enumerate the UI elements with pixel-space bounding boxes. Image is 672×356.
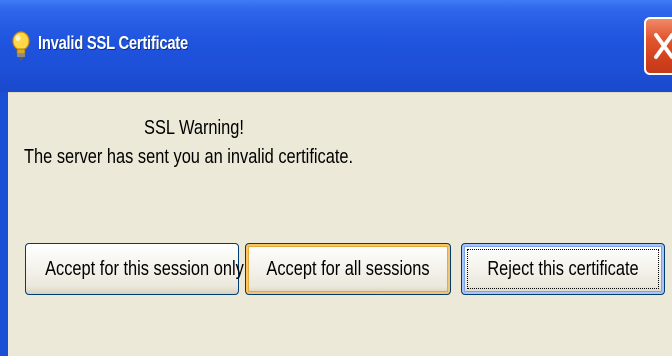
title-bar[interactable]: Invalid SSL Certificate <box>0 0 672 92</box>
accept-all-sessions-button-label: Accept for all sessions <box>266 258 430 280</box>
dialog-body: SSL Warning! The server has sent you an … <box>8 92 672 356</box>
accept-session-button-label: Accept for this session only <box>45 258 244 280</box>
reject-certificate-button[interactable]: Reject this certificate <box>461 243 665 295</box>
warning-heading: SSL Warning! <box>144 117 244 139</box>
lightbulb-icon <box>10 30 32 62</box>
close-icon <box>654 33 672 59</box>
close-button[interactable] <box>644 17 672 75</box>
warning-message: The server has sent you an invalid certi… <box>24 146 354 168</box>
accept-session-button[interactable]: Accept for this session only <box>25 243 244 295</box>
accept-all-sessions-button[interactable]: Accept for all sessions <box>245 243 451 295</box>
window-title: Invalid SSL Certificate <box>38 33 188 53</box>
dialog-window: Invalid SSL Certificate SSL Warning! The… <box>0 0 672 356</box>
reject-certificate-button-label: Reject this certificate <box>487 258 639 280</box>
